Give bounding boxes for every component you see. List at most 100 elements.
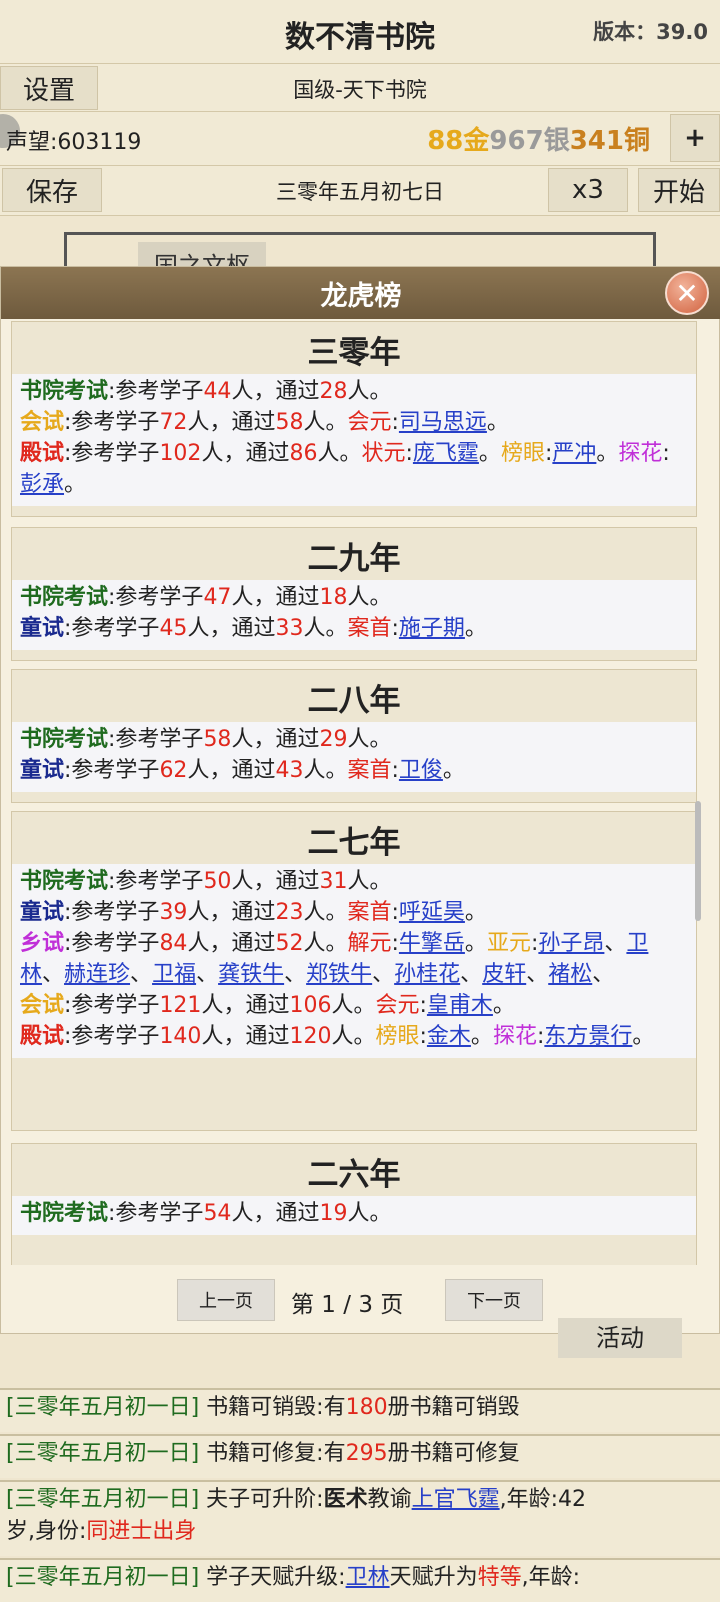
log-skill: 医术 [323, 1487, 368, 1512]
year-card: 二八年 书院考试:参考学子58人，通过29人。 童试:参考学子62人，通过43人… [11, 669, 697, 803]
student-link[interactable]: 皮轩 [482, 962, 526, 987]
student-link[interactable]: 卫俊 [399, 758, 443, 783]
activity-button[interactable]: 活动 [558, 1318, 682, 1358]
student-link[interactable]: 龚铁牛 [218, 962, 284, 987]
rank-title: 榜眼 [375, 1024, 420, 1049]
exam-label: 书院考试 [20, 585, 109, 610]
exam-pass: 86 [289, 441, 318, 466]
student-link[interactable]: 皇甫木 [427, 993, 493, 1018]
exam-label: 书院考试 [20, 869, 109, 894]
log-text: ,年龄: [521, 1565, 581, 1590]
exam-text: 人。 [347, 1201, 392, 1226]
exam-label: 书院考试 [20, 379, 109, 404]
rank-title: 探花 [492, 1024, 537, 1049]
student-link[interactable]: 牛擎岳 [399, 931, 465, 956]
speed-button[interactable]: x3 [548, 168, 628, 212]
exam-text: :参考学子 [64, 410, 160, 435]
log-text: 书籍可修复:有 [199, 1441, 346, 1466]
student-link[interactable]: 金木 [427, 1024, 471, 1049]
exam-label: 书院考试 [20, 1201, 109, 1226]
exam-text: 人，通过 [231, 1201, 320, 1226]
exam-text: 人。 [303, 758, 348, 783]
log-text: 学子天赋升级: [199, 1565, 346, 1590]
exam-text: 人，通过 [187, 758, 276, 783]
exam-text: 人，通过 [231, 727, 320, 752]
log-text: 教谕 [367, 1487, 412, 1512]
exam-text: :参考学子 [64, 1024, 160, 1049]
year-title: 二八年 [12, 670, 696, 722]
exam-pass: 43 [275, 758, 304, 783]
student-link[interactable]: 孙子昂 [538, 931, 604, 956]
exam-text: :参考学子 [108, 1201, 204, 1226]
exam-label: 殿试 [20, 441, 65, 466]
year-title: 二七年 [12, 812, 696, 864]
close-button[interactable]: ✕ [665, 271, 709, 315]
page-indicator: 第 1 / 3 页 [291, 1292, 404, 1318]
reputation-label: 声望:603119 [6, 130, 142, 155]
student-link[interactable]: 东方景行 [544, 1024, 632, 1049]
next-page-button[interactable]: 下一页 [445, 1279, 543, 1321]
exam-text: 人。 [303, 616, 348, 641]
student-link[interactable]: 司马思远 [399, 410, 487, 435]
exam-text: 人。 [317, 441, 362, 466]
student-link[interactable]: 庞飞霆 [413, 441, 479, 466]
rank-title: 案首 [347, 616, 392, 641]
exam-label: 乡试 [20, 931, 65, 956]
exam-label: 童试 [20, 900, 65, 925]
resource-row: 声望:603119 88金967银341铜 + [0, 112, 720, 166]
copper-amount: 341 [569, 126, 624, 156]
exam-label: 童试 [20, 758, 65, 783]
exam-pass: 23 [275, 900, 304, 925]
gold-unit: 金 [463, 126, 490, 156]
exam-pass: 58 [275, 410, 304, 435]
year-title: 二九年 [12, 528, 696, 580]
student-link[interactable]: 呼延昊 [399, 900, 465, 925]
student-link[interactable]: 施子期 [399, 616, 465, 641]
student-link[interactable]: 卫福 [152, 962, 196, 987]
exam-count: 45 [159, 616, 188, 641]
student-link[interactable]: 褚松 [548, 962, 592, 987]
exam-text: :参考学子 [64, 758, 160, 783]
currency-display: 88金967银341铜 [427, 120, 650, 157]
year-body: 书院考试:参考学子44人，通过28人。 会试:参考学子72人，通过58人。会元:… [12, 374, 696, 506]
exam-pass: 120 [289, 1024, 332, 1049]
student-link[interactable]: 郑铁牛 [306, 962, 372, 987]
academy-level: 国级-天下书院 [293, 78, 427, 102]
list-scrollbar[interactable] [695, 801, 701, 921]
rank-title: 案首 [347, 900, 392, 925]
prev-page-button[interactable]: 上一页 [177, 1279, 275, 1321]
rank-title: 会元 [375, 993, 420, 1018]
add-currency-button[interactable]: + [670, 114, 720, 162]
exam-label: 童试 [20, 616, 65, 641]
exam-text: 人。 [347, 869, 392, 894]
exam-text: 人，通过 [201, 441, 290, 466]
exam-text: :参考学子 [64, 900, 160, 925]
exam-text: 人。 [331, 1024, 376, 1049]
exam-count: 44 [203, 379, 232, 404]
dialog-title: 龙虎榜 [320, 281, 402, 312]
log-text: 天赋升为 [389, 1565, 478, 1590]
student-link[interactable]: 孙桂花 [394, 962, 460, 987]
rank-title: 案首 [347, 758, 392, 783]
year-title: 三零年 [12, 322, 696, 374]
student-link[interactable]: 赫连珍 [64, 962, 130, 987]
year-card: 二六年 书院考试:参考学子54人，通过19人。 [11, 1143, 697, 1265]
exam-count: 54 [203, 1201, 232, 1226]
year-list[interactable]: 三零年 书院考试:参考学子44人，通过28人。 会试:参考学子72人，通过58人… [7, 321, 707, 1265]
exam-text: 人。 [347, 379, 392, 404]
teacher-link[interactable]: 上官飞霆 [412, 1487, 500, 1512]
log-entry: [三零年五月初一日] 书籍可销毁:有180册书籍可销毁 [0, 1388, 720, 1432]
exam-text: :参考学子 [64, 931, 160, 956]
silver-unit: 银 [543, 126, 570, 156]
student-link[interactable]: 卫林 [346, 1565, 390, 1590]
rank-title: 探花 [618, 441, 663, 466]
log-date: [三零年五月初一日] [6, 1565, 200, 1590]
log-text: 册书籍可销毁 [387, 1395, 520, 1420]
start-button[interactable]: 开始 [638, 168, 720, 212]
exam-text: 人。 [303, 410, 348, 435]
student-link[interactable]: 彭承 [20, 472, 64, 497]
log-entry: [三零年五月初一日] 夫子可升阶:医术教谕上官飞霆,年龄:42 岁,身份:同进士出… [0, 1480, 720, 1556]
student-link[interactable]: 严冲 [552, 441, 596, 466]
log-entry: [三零年五月初一日] 学子天赋升级:卫林天赋升为特等,年龄: [0, 1558, 720, 1602]
exam-text: 人，通过 [187, 616, 276, 641]
